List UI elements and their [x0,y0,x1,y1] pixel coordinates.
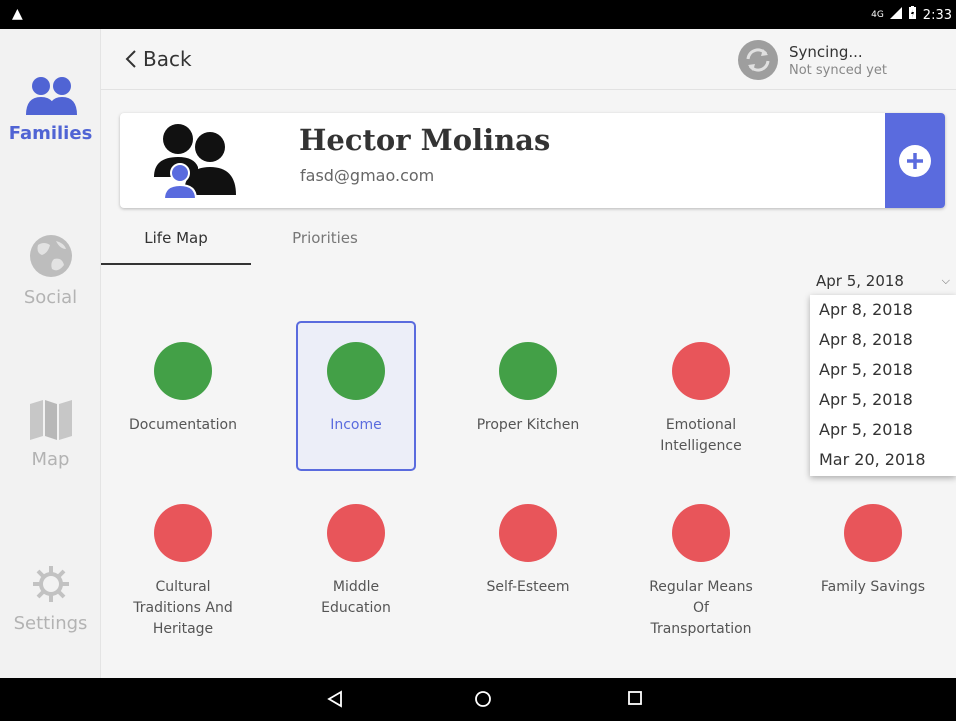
sidebar-item-label: Map [31,449,70,470]
warning-icon: ▲ [12,6,23,22]
indicator-family-savings[interactable]: Family Savings [813,483,933,633]
families-icon [25,77,77,115]
clock: 2:33 [922,7,952,23]
add-button[interactable] [885,113,945,208]
tab-priorities[interactable]: Priorities [261,229,389,265]
signal-icon [889,7,902,23]
sync-subtitle: Not synced yet [789,62,887,78]
recents-nav-button[interactable] [627,690,643,706]
main-content: Back Syncing... Not synced yet Hector Mo… [101,29,956,688]
date-select[interactable]: Apr 5, 2018 ⌵ [815,272,956,296]
sidebar-item-social[interactable]: Social [0,233,101,308]
indicator-label: Documentation [129,417,237,433]
indicator-label: Middle Education [321,579,391,616]
indicator-label: Regular Means Of Transportation [649,579,753,637]
date-option[interactable]: Apr 5, 2018 [810,385,956,415]
sidebar: Families Social Map Settings [0,29,101,678]
indicator-label: Proper Kitchen [476,417,580,433]
family-name: Hector Molinas [299,123,551,157]
date-option[interactable]: Apr 5, 2018 [810,355,956,385]
status-dot [154,504,212,562]
status-dot [499,342,557,400]
indicator-income[interactable]: Income [296,321,416,471]
globe-icon [29,235,72,277]
family-avatar-icon [154,124,236,199]
date-option[interactable]: Mar 20, 2018 [810,445,956,475]
system-nav-bar [0,678,956,721]
indicator-emotional-intelligence[interactable]: Emotional Intelligence [641,321,761,471]
status-dot [499,504,557,562]
sync-icon [738,40,778,80]
back-nav-button[interactable] [326,690,344,708]
indicator-cultural-traditions[interactable]: Cultural Traditions And Heritage [123,483,243,637]
sidebar-item-settings[interactable]: Settings [0,563,101,634]
home-nav-button[interactable] [474,690,492,708]
family-email: fasd@gmao.com [300,166,435,185]
plus-circle-icon [899,144,931,177]
date-option[interactable]: Apr 5, 2018 [810,415,956,445]
back-label: Back [143,47,192,71]
indicator-transportation[interactable]: Regular Means Of Transportation [641,483,761,637]
indicator-proper-kitchen[interactable]: Proper Kitchen [468,321,588,471]
indicator-self-esteem[interactable]: Self-Esteem [468,483,588,633]
status-dot [672,504,730,562]
gear-icon [32,566,69,602]
tab-label: Life Map [144,229,208,247]
battery-icon [908,6,917,24]
top-bar: Back Syncing... Not synced yet [101,29,956,90]
status-bar: ▲ 4G 2:33 [0,0,956,29]
sync-status: Syncing... Not synced yet [737,39,887,81]
sidebar-item-label: Social [23,287,78,308]
network-label: 4G [871,10,884,20]
indicator-label: Family Savings [820,579,926,595]
family-card: Hector Molinas fasd@gmao.com [120,113,945,208]
map-icon [29,400,72,440]
sidebar-item-families[interactable]: Families [0,75,101,144]
tab-label: Priorities [292,229,358,247]
tab-bar: Life Map Priorities [101,229,956,265]
status-dot [844,504,902,562]
indicator-middle-education[interactable]: Middle Education [296,483,416,633]
date-dropdown: Apr 8, 2018 Apr 8, 2018 Apr 5, 2018 Apr … [810,295,956,476]
indicator-label: Emotional Intelligence [660,417,742,454]
indicator-documentation[interactable]: Documentation [123,321,243,471]
indicator-label: Self-Esteem [486,579,570,595]
sync-title: Syncing... [789,42,863,61]
indicator-label: Cultural Traditions And Heritage [133,579,233,637]
sidebar-item-map[interactable]: Map [0,399,101,470]
chevron-left-icon [125,50,136,68]
status-dot [327,504,385,562]
tab-life-map[interactable]: Life Map [101,229,251,265]
date-option[interactable]: Apr 8, 2018 [810,325,956,355]
status-dot [327,342,385,400]
back-button[interactable]: Back [125,47,192,71]
sidebar-item-label: Families [8,123,93,144]
sidebar-item-label: Settings [13,613,88,634]
status-dot [154,342,212,400]
date-select-value: Apr 5, 2018 [816,272,904,290]
status-dot [672,342,730,400]
indicator-label: Income [330,417,382,433]
chevron-down-icon: ⌵ [941,274,950,287]
date-option[interactable]: Apr 8, 2018 [810,295,956,325]
